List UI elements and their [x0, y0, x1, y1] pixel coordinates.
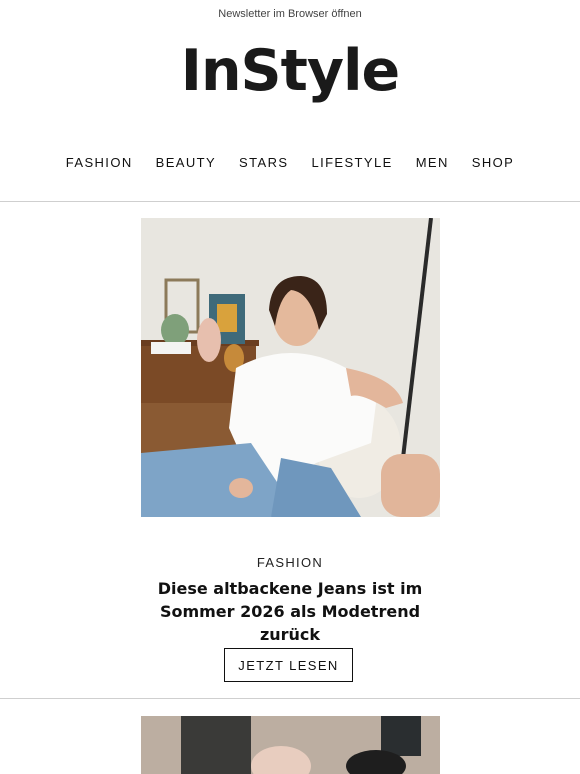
article-headline[interactable]: Diese altbackene Jeans ist im Sommer 202… — [140, 577, 440, 646]
nav-item-beauty[interactable]: BEAUTY — [156, 154, 216, 172]
nav-item-lifestyle[interactable]: LIFESTYLE — [311, 154, 392, 172]
article-image[interactable] — [141, 218, 440, 517]
nav-item-fashion[interactable]: FASHION — [66, 154, 133, 172]
divider — [0, 201, 580, 202]
divider — [0, 698, 580, 699]
article-category[interactable]: FASHION — [0, 555, 580, 570]
nav-item-men[interactable]: MEN — [416, 154, 449, 172]
nav-item-stars[interactable]: STARS — [239, 154, 288, 172]
next-article-image[interactable] — [141, 716, 440, 774]
main-nav: FASHION BEAUTY STARS LIFESTYLE MEN SHOP — [0, 154, 580, 172]
open-in-browser-link[interactable]: Newsletter im Browser öffnen — [0, 8, 580, 20]
instyle-logo[interactable]: InStyle — [0, 36, 580, 106]
read-now-button[interactable]: JETZT LESEN — [224, 648, 353, 682]
nav-item-shop[interactable]: SHOP — [472, 154, 514, 172]
